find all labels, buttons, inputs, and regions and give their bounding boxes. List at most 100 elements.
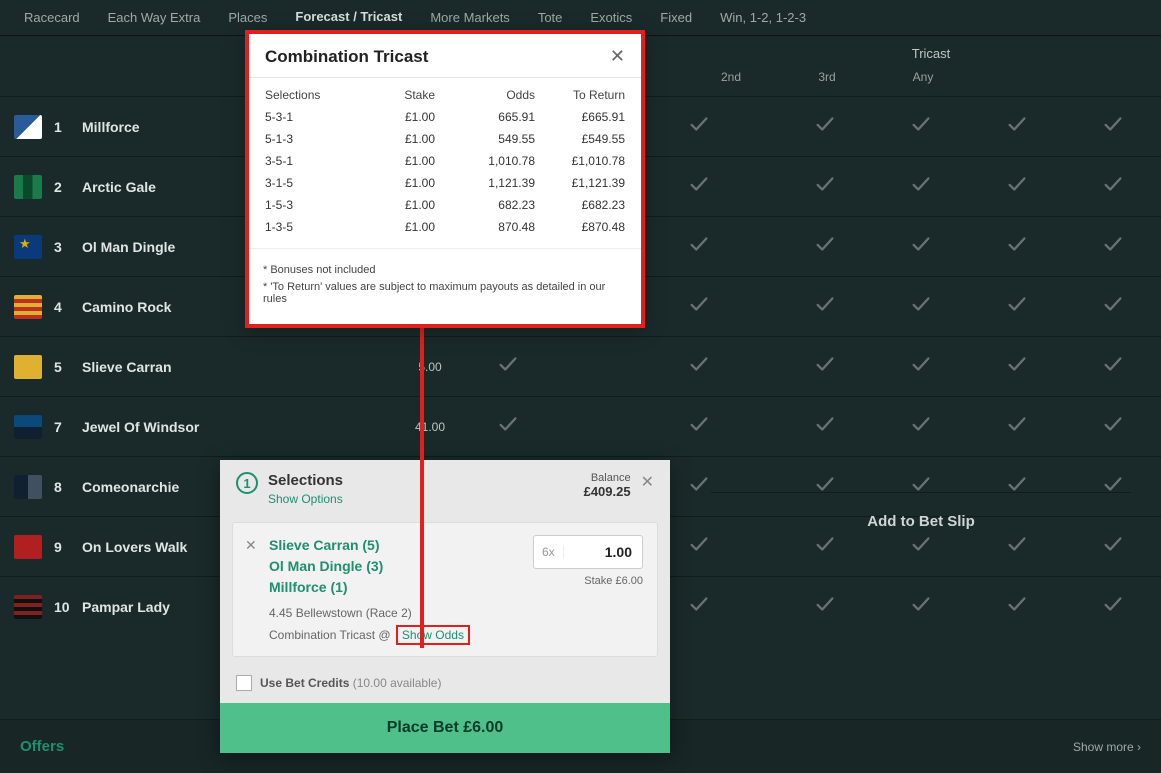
horse-name[interactable]: Slieve Carran bbox=[82, 359, 172, 375]
silk-icon bbox=[14, 235, 42, 259]
selection-check[interactable] bbox=[969, 353, 1065, 380]
selection-check[interactable] bbox=[460, 413, 556, 440]
selection-check[interactable] bbox=[969, 413, 1065, 440]
selections-count-badge: 1 bbox=[236, 472, 258, 494]
popup-row: 3-5-1£1.001,010.78£1,010.78 bbox=[261, 150, 629, 172]
selection-check[interactable] bbox=[777, 233, 873, 260]
selection-check[interactable] bbox=[969, 593, 1065, 620]
selection-check[interactable] bbox=[1065, 413, 1161, 440]
selection-check[interactable] bbox=[1065, 113, 1161, 140]
selection-check[interactable] bbox=[651, 413, 747, 440]
selection-check[interactable] bbox=[969, 113, 1065, 140]
popup-row: 5-3-1£1.00665.91£665.91 bbox=[261, 106, 629, 128]
horse-number: 10 bbox=[54, 599, 74, 615]
selection-check[interactable] bbox=[777, 413, 873, 440]
add-to-bet-slip-button[interactable]: Add to Bet Slip bbox=[711, 492, 1131, 550]
horse-name[interactable]: Pampar Lady bbox=[82, 599, 170, 615]
tab-win-1-2-1-2-3[interactable]: Win, 1-2, 1-2-3 bbox=[706, 2, 820, 33]
offers-label[interactable]: Offers bbox=[20, 738, 64, 755]
selection-1: Slieve Carran (5) bbox=[269, 535, 470, 556]
selection-check[interactable] bbox=[651, 293, 747, 320]
horse-number: 9 bbox=[54, 539, 74, 555]
selection-check[interactable] bbox=[651, 233, 747, 260]
horse-number: 4 bbox=[54, 299, 74, 315]
selection-check[interactable] bbox=[1065, 233, 1161, 260]
balance-value: £409.25 bbox=[584, 484, 631, 499]
horse-number: 3 bbox=[54, 239, 74, 255]
selection-check[interactable] bbox=[651, 113, 747, 140]
silk-icon bbox=[14, 295, 42, 319]
selection-check[interactable] bbox=[777, 593, 873, 620]
close-icon[interactable]: ✕ bbox=[610, 46, 625, 67]
silk-icon bbox=[14, 475, 42, 499]
selection-check[interactable] bbox=[873, 353, 969, 380]
stake-total-label: Stake £6.00 bbox=[533, 575, 643, 587]
silk-icon bbox=[14, 535, 42, 559]
tab-exotics[interactable]: Exotics bbox=[576, 2, 646, 33]
bet-credits-label: Use Bet Credits bbox=[260, 676, 349, 690]
horse-name[interactable]: Millforce bbox=[82, 119, 140, 135]
horse-number: 5 bbox=[54, 359, 74, 375]
stake-input[interactable]: 6x 1.00 bbox=[533, 535, 643, 569]
tab-places[interactable]: Places bbox=[214, 2, 281, 33]
col-2nd: 2nd bbox=[683, 70, 779, 84]
popup-row: 5-1-3£1.00549.55£549.55 bbox=[261, 128, 629, 150]
place-bet-button[interactable]: Place Bet £6.00 bbox=[220, 703, 670, 753]
selection-check[interactable] bbox=[1065, 293, 1161, 320]
selection-check[interactable] bbox=[873, 593, 969, 620]
bet-credits-checkbox[interactable] bbox=[236, 675, 252, 691]
silk-icon bbox=[14, 595, 42, 619]
selection-check[interactable] bbox=[969, 233, 1065, 260]
selection-check[interactable] bbox=[651, 173, 747, 200]
selection-check[interactable] bbox=[873, 413, 969, 440]
horse-row: 5Slieve Carran5.00 bbox=[0, 336, 1161, 396]
bet-type: Combination Tricast @ bbox=[269, 628, 391, 642]
selection-check[interactable] bbox=[1065, 173, 1161, 200]
show-options-link[interactable]: Show Options bbox=[268, 492, 343, 506]
selection-check[interactable] bbox=[1065, 353, 1161, 380]
combination-tricast-popup: Combination Tricast ✕ Selections Stake O… bbox=[245, 30, 645, 328]
horse-name[interactable]: Ol Man Dingle bbox=[82, 239, 175, 255]
selection-check[interactable] bbox=[651, 353, 747, 380]
tab-fixed[interactable]: Fixed bbox=[646, 2, 706, 33]
show-more-link[interactable]: Show more › bbox=[1073, 740, 1141, 754]
selection-check[interactable] bbox=[873, 293, 969, 320]
selection-check[interactable] bbox=[969, 173, 1065, 200]
col-3rd: 3rd bbox=[779, 70, 875, 84]
bet-credits-available: (10.00 available) bbox=[353, 676, 442, 690]
selection-check[interactable] bbox=[777, 173, 873, 200]
selection-check[interactable] bbox=[1065, 593, 1161, 620]
tab-more-markets[interactable]: More Markets bbox=[416, 2, 523, 33]
popup-table-header: Selections Stake Odds To Return bbox=[261, 84, 629, 106]
selection-check[interactable] bbox=[460, 353, 556, 380]
col-any-2: Any bbox=[875, 70, 971, 84]
selection-check[interactable] bbox=[969, 293, 1065, 320]
selection-check[interactable] bbox=[873, 233, 969, 260]
balance-label: Balance bbox=[584, 472, 631, 484]
selection-check[interactable] bbox=[873, 113, 969, 140]
horse-number: 7 bbox=[54, 419, 74, 435]
silk-icon bbox=[14, 355, 42, 379]
stake-multiplier: 6x bbox=[534, 545, 564, 559]
horse-name[interactable]: Camino Rock bbox=[82, 299, 171, 315]
horse-name[interactable]: Jewel Of Windsor bbox=[82, 419, 199, 435]
popup-footnotes: * Bonuses not included * 'To Return' val… bbox=[249, 248, 641, 324]
selection-check[interactable] bbox=[777, 293, 873, 320]
stake-value: 1.00 bbox=[564, 544, 642, 560]
selection-check[interactable] bbox=[873, 173, 969, 200]
horse-number: 1 bbox=[54, 119, 74, 135]
horse-name[interactable]: Arctic Gale bbox=[82, 179, 156, 195]
tab-tote[interactable]: Tote bbox=[524, 2, 577, 33]
horse-name[interactable]: Comeonarchie bbox=[82, 479, 179, 495]
show-odds-link[interactable]: Show Odds bbox=[396, 625, 470, 645]
tab-racecard[interactable]: Racecard bbox=[10, 2, 94, 33]
horse-name[interactable]: On Lovers Walk bbox=[82, 539, 187, 555]
bet-card: ✕ Slieve Carran (5) Ol Man Dingle (3) Mi… bbox=[232, 522, 658, 657]
betslip-close-icon[interactable]: ✕ bbox=[641, 472, 654, 492]
selection-check[interactable] bbox=[777, 113, 873, 140]
popup-row: 1-3-5£1.00870.48£870.48 bbox=[261, 216, 629, 238]
horse-row: 7Jewel Of Windsor41.00 bbox=[0, 396, 1161, 456]
selection-check[interactable] bbox=[777, 353, 873, 380]
tab-each-way-extra[interactable]: Each Way Extra bbox=[94, 2, 215, 33]
remove-selection-icon[interactable]: ✕ bbox=[245, 537, 257, 554]
